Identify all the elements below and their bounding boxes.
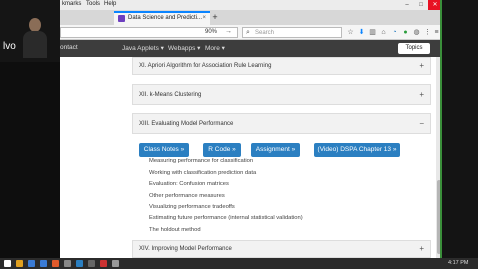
search-icon: ⌕ bbox=[246, 29, 250, 36]
webcam-overlay: lvo bbox=[0, 0, 60, 62]
section-title: XIII. Evaluating Model Performance bbox=[139, 121, 234, 127]
section-xii[interactable]: XII. k-Means Clustering + bbox=[132, 84, 431, 105]
collapse-icon[interactable]: − bbox=[419, 119, 424, 128]
nav-webapps[interactable]: Webapps ▾ bbox=[168, 44, 200, 52]
site-navbar: ontact Java Applets ▾ Webapps ▾ More ▾ T… bbox=[60, 40, 442, 57]
tab-data-science[interactable]: Data Science and Predicti... × bbox=[114, 11, 210, 25]
tab-title: Data Science and Predicti... bbox=[128, 15, 203, 21]
section-xiii[interactable]: XIII. Evaluating Model Performance − bbox=[132, 113, 431, 134]
r-code-button[interactable]: R Code » bbox=[203, 143, 241, 157]
expand-icon[interactable]: + bbox=[419, 244, 424, 253]
star-icon[interactable]: ☆ bbox=[346, 28, 355, 37]
nav-java-applets[interactable]: Java Applets ▾ bbox=[122, 44, 164, 52]
download-icon[interactable]: ⬇ bbox=[357, 28, 366, 37]
presenter-torso bbox=[23, 31, 47, 58]
app-icon[interactable] bbox=[76, 260, 83, 267]
topic-item: Visualizing performance tradeoffs bbox=[149, 204, 235, 210]
app-icon[interactable] bbox=[64, 260, 71, 267]
menu-item-help[interactable]: Help bbox=[104, 1, 116, 7]
tab-bar: Data Science and Predicti... × + bbox=[60, 10, 442, 25]
video-button[interactable]: (Video) DSPA Chapter 13 » bbox=[314, 143, 400, 157]
site-favicon-icon bbox=[118, 15, 125, 22]
extension-icon[interactable]: ● bbox=[401, 28, 410, 37]
start-icon[interactable] bbox=[4, 260, 11, 267]
topics-label: Topics bbox=[405, 45, 423, 51]
screen: lvo kmarks Tools Help – □ ✕ Data Science… bbox=[0, 0, 478, 269]
presenter-head bbox=[29, 18, 41, 32]
topics-button[interactable]: Topics bbox=[398, 43, 430, 54]
topic-item: Working with classification prediction d… bbox=[149, 170, 257, 176]
app-icon[interactable] bbox=[40, 260, 47, 267]
clock[interactable]: 4:17 PM bbox=[448, 260, 468, 266]
nav-toolbar: 90% → ⌕ Search ☆ ⬇ ▥ ⌂ ◔ ● ◍ ⋮ ≡ bbox=[60, 25, 442, 40]
topic-item: Measuring performance for classification bbox=[149, 158, 254, 164]
firefox-icon[interactable] bbox=[52, 260, 59, 267]
library-icon[interactable]: ▥ bbox=[368, 28, 377, 37]
presenter-figure bbox=[22, 18, 48, 58]
home-icon[interactable]: ⌂ bbox=[379, 28, 388, 37]
new-tab-button[interactable]: + bbox=[210, 12, 220, 22]
class-notes-button[interactable]: Class Notes » bbox=[139, 143, 189, 157]
section-xi[interactable]: XI. Apriori Algorithm for Association Ru… bbox=[132, 57, 431, 75]
section-xiv[interactable]: XIV. Improving Model Performance + bbox=[132, 240, 431, 258]
nav-contact[interactable]: ontact bbox=[60, 44, 78, 51]
nav-more[interactable]: More ▾ bbox=[205, 44, 225, 52]
right-webcam-overlay bbox=[442, 0, 478, 258]
app-icon[interactable] bbox=[100, 260, 107, 267]
assignment-button[interactable]: Assignment » bbox=[251, 143, 300, 157]
maximize-button[interactable]: □ bbox=[414, 0, 428, 10]
zoom-level[interactable]: 90% bbox=[205, 29, 217, 35]
browser-window: kmarks Tools Help – □ ✕ Data Science and… bbox=[60, 0, 442, 258]
section-title: XIV. Improving Model Performance bbox=[139, 246, 232, 252]
expand-icon[interactable]: + bbox=[419, 90, 424, 99]
go-arrow-icon[interactable]: → bbox=[225, 28, 232, 35]
search-placeholder: Search bbox=[255, 30, 275, 36]
app-icon[interactable] bbox=[112, 260, 119, 267]
folder-icon[interactable] bbox=[16, 260, 23, 267]
topic-item: Other performance measures bbox=[149, 193, 225, 199]
expand-icon[interactable]: + bbox=[419, 61, 424, 70]
topic-item: The holdout method bbox=[149, 227, 201, 233]
addon-icon[interactable]: ◍ bbox=[412, 28, 421, 37]
taskbar: 4:17 PM bbox=[0, 258, 478, 269]
pocket-icon[interactable]: ◔ bbox=[390, 28, 399, 37]
ie-icon[interactable] bbox=[28, 260, 35, 267]
app-icon[interactable] bbox=[88, 260, 95, 267]
section-title: XI. Apriori Algorithm for Association Ru… bbox=[139, 63, 272, 69]
tab-close-icon[interactable]: × bbox=[202, 15, 206, 21]
section-title: XII. k-Means Clustering bbox=[139, 92, 202, 98]
topic-item: Estimating future performance (internal … bbox=[149, 215, 303, 221]
topic-item: Evaluation: Confusion matrices bbox=[149, 181, 229, 187]
minimize-button[interactable]: – bbox=[400, 0, 414, 10]
address-bar[interactable]: 90% → bbox=[60, 27, 238, 38]
menu-item-bookmarks[interactable]: kmarks bbox=[62, 1, 81, 7]
search-input[interactable]: ⌕ Search bbox=[242, 27, 342, 38]
menu-item-tools[interactable]: Tools bbox=[86, 1, 100, 7]
webcam-name: lvo bbox=[3, 41, 16, 52]
more-icon[interactable]: ⋮ bbox=[423, 28, 432, 37]
menubar: kmarks Tools Help – □ ✕ bbox=[60, 0, 442, 10]
